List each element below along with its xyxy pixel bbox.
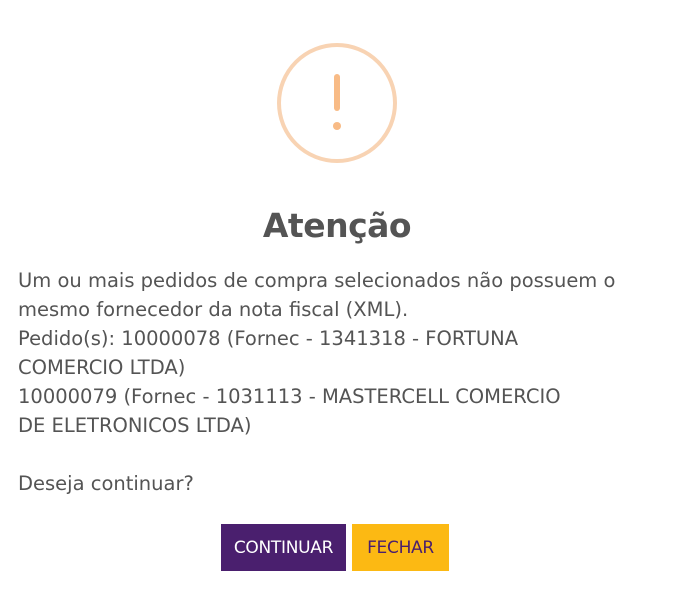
close-button[interactable]: FECHAR — [352, 524, 449, 571]
alert-dialog: Atenção Um ou mais pedidos de compra sel… — [0, 0, 674, 589]
message-line: mesmo fornecedor da nota fiscal (XML). — [18, 298, 409, 321]
dialog-question: Deseja continuar? — [18, 472, 194, 495]
dialog-message: Um ou mais pedidos de compra selecionado… — [18, 266, 668, 498]
message-line: 10000079 (Fornec - 1031113 - MASTERCELL … — [18, 385, 561, 408]
message-line: Um ou mais pedidos de compra selecionado… — [18, 269, 616, 292]
dialog-title: Atenção — [262, 206, 412, 245]
exclamation-bar — [334, 74, 340, 111]
continue-button[interactable]: CONTINUAR — [221, 524, 346, 571]
message-line: DE ELETRONICOS LTDA) — [18, 414, 252, 437]
dialog-actions: CONTINUAR FECHAR — [221, 524, 449, 571]
exclamation-dot — [333, 122, 341, 130]
warning-exclamation-icon — [277, 43, 397, 163]
message-line: Pedido(s): 10000078 (Fornec - 1341318 - … — [18, 327, 519, 350]
message-line: COMERCIO LTDA) — [18, 356, 186, 379]
